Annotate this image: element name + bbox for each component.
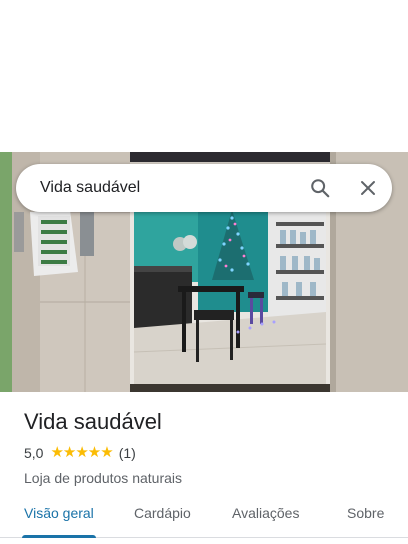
- tab-reviews[interactable]: Avaliações: [232, 490, 299, 537]
- search-bar[interactable]: Vida saudável: [16, 164, 392, 212]
- star-rating-icon: ★★★★★: [50, 444, 113, 461]
- tab-menu[interactable]: Cardápio: [134, 490, 191, 537]
- tab-overview[interactable]: Visão geral: [22, 490, 96, 538]
- place-category[interactable]: Loja de produtos naturais: [24, 468, 392, 488]
- review-count[interactable]: (1): [119, 443, 136, 463]
- search-icon[interactable]: [296, 164, 344, 212]
- place-page: Vida saudável Vida saudável 5,0 ★★★★★ (1…: [0, 0, 408, 544]
- search-query-text[interactable]: Vida saudável: [40, 179, 296, 197]
- place-info: Vida saudável 5,0 ★★★★★ (1) Loja de prod…: [24, 408, 392, 488]
- close-icon[interactable]: [344, 164, 392, 212]
- place-title: Vida saudável: [24, 409, 162, 434]
- tab-bar: Visão geral Cardápio Avaliações Sobre: [0, 490, 408, 538]
- rating-value: 5,0: [24, 445, 44, 461]
- rating-row[interactable]: 5,0 ★★★★★ (1): [24, 443, 392, 463]
- tab-about[interactable]: Sobre: [347, 490, 384, 537]
